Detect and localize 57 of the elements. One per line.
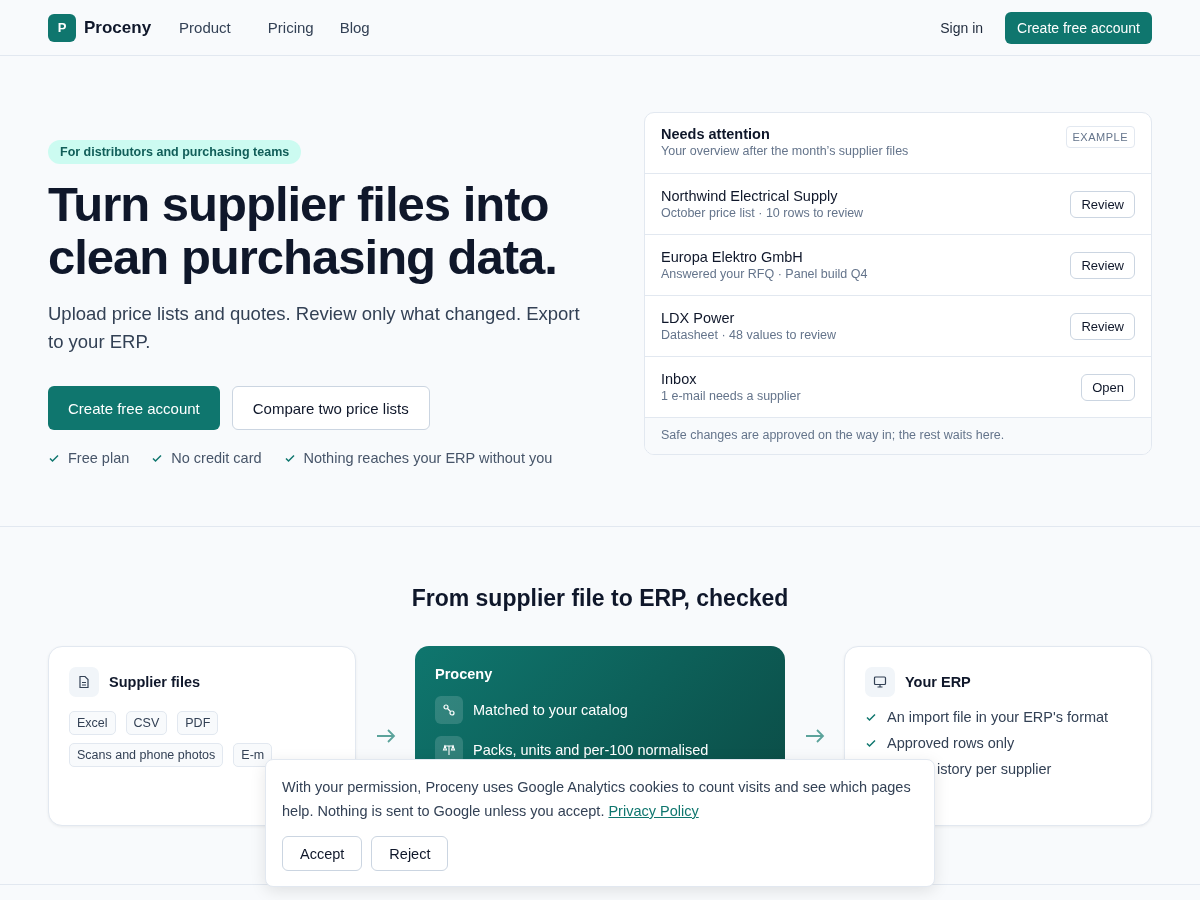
feature-text: Nothing reaches your ERP without you [303, 450, 553, 466]
file-type-chip: E-m [233, 743, 273, 767]
cookie-text: With your permission, Proceny uses Google Analytics cookies to count visits and see which pages help. Nothing is sent to Google unless you accept. Privacy Policy [282, 778, 912, 821]
erp-feature-text: Approved rows only [887, 735, 1015, 751]
supplier-name: Inbox [661, 371, 698, 387]
cookie-button[interactable]: Reject [371, 836, 449, 871]
supplier-name: Europa Elektro GmbH [661, 249, 804, 265]
card-subtitle: Your overview after the month’s supplier files [661, 144, 909, 158]
row-action-button[interactable]: Review [1070, 190, 1135, 218]
sign-in-link[interactable]: Sign in [940, 19, 984, 36]
row-detail: Answered your RFQ · Panel build Q4 [661, 267, 868, 281]
logo-icon[interactable]: P [48, 13, 76, 42]
row-action-button[interactable]: Open [1081, 373, 1135, 401]
row-detail: Datasheet · 48 values to review [661, 328, 837, 342]
step-text: Packs, units and per-100 normalised [473, 742, 709, 758]
row-detail: 1 e-mail needs a supplier [661, 389, 801, 403]
create-account-button[interactable]: Create free account [1005, 11, 1152, 44]
check-icon [48, 452, 60, 464]
cookie-button[interactable]: Accept [282, 836, 363, 871]
file-type-chip: CSV [125, 711, 168, 735]
example-tag: EXAMPLE [1065, 126, 1135, 148]
step-text: Matched to your catalog [473, 702, 628, 718]
file-type-chip: Excel [69, 711, 116, 735]
check-icon [151, 452, 164, 464]
file-type-chip: Scans and phone photos [69, 743, 224, 767]
row-detail: October price list · 10 rows to review [661, 206, 864, 220]
audience-badge: For distributors and purchasing teams [48, 140, 302, 164]
card-title: Needs attention [661, 126, 771, 142]
card-title: Your ERP [905, 674, 971, 690]
row-action-button[interactable]: Review [1070, 312, 1135, 340]
compare-button[interactable]: Compare two price lists [231, 386, 430, 430]
erp-feature-text: istory per supplier [937, 761, 1052, 777]
brand-name[interactable]: Proceny [84, 17, 152, 38]
create-account-button[interactable]: Create free account [48, 386, 220, 430]
feature-text: Free plan [68, 450, 130, 466]
file-type-chip: PDF [177, 711, 219, 735]
nav-link[interactable]: Product [179, 19, 231, 36]
card-title: Supplier files [109, 674, 201, 690]
document-icon [69, 667, 99, 697]
arrow-icon [374, 728, 397, 744]
supplier-name: LDX Power [661, 310, 736, 326]
erp-feature-text: An import file in your ERP's format [887, 709, 1109, 725]
monitor-icon [865, 667, 895, 697]
check-icon [283, 452, 296, 464]
link-icon [435, 696, 463, 724]
row-action-button[interactable]: Review [1070, 251, 1135, 279]
nav-link[interactable]: Pricing [267, 19, 314, 36]
hero-subtitle: Upload price lists and quotes. Review only what changed. Export to your ERP. [48, 302, 581, 354]
nav-link[interactable]: Blog [339, 19, 370, 36]
privacy-policy-link[interactable]: Privacy Policy [608, 803, 699, 819]
feature-text: No credit card [171, 450, 262, 466]
supplier-name: Northwind Electrical Supply [661, 188, 839, 204]
hero-title: Turn supplier files into clean purchasing data. [48, 178, 558, 284]
section-title: From supplier file to ERP, checked [410, 585, 790, 612]
arrow-icon [803, 728, 826, 744]
card-footer: Safe changes are approved on the way in; the rest waits here. [645, 418, 1151, 454]
card-title: Proceny [435, 666, 493, 682]
